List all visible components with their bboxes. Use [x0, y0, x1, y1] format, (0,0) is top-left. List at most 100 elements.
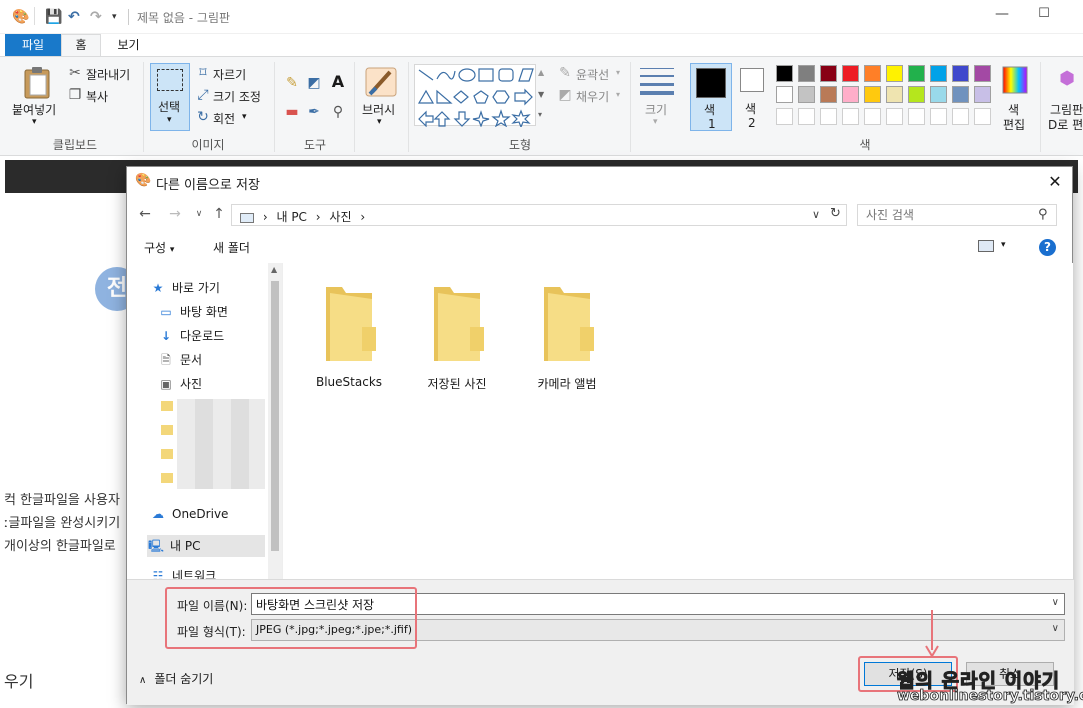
copy-button[interactable]: 복사	[86, 88, 108, 105]
color1-button[interactable]: 색 1	[690, 63, 732, 131]
chevron-down-icon[interactable]: ▾	[616, 68, 620, 77]
nav-downloads[interactable]: ↓다운로드📌	[157, 325, 282, 347]
color-swatch[interactable]	[952, 86, 969, 103]
custom-color-slot[interactable]	[908, 108, 925, 125]
view-options-icon[interactable]	[978, 240, 994, 252]
color-swatch[interactable]	[952, 65, 969, 82]
color-swatch[interactable]	[930, 86, 947, 103]
forward-arrow-icon[interactable]: →	[167, 206, 183, 222]
custom-color-slot[interactable]	[798, 108, 815, 125]
brushes-label[interactable]: 브러시	[362, 101, 395, 118]
chevron-down-icon[interactable]: ▾	[377, 117, 382, 127]
breadcrumb-pictures[interactable]: 사진	[329, 210, 351, 224]
magnifier-icon[interactable]: ⚲	[329, 103, 347, 121]
brushes-button[interactable]	[364, 66, 398, 98]
color-swatch[interactable]	[908, 86, 925, 103]
cut-button[interactable]: 잘라내기	[86, 66, 130, 83]
custom-color-slot[interactable]	[974, 108, 991, 125]
custom-color-slot[interactable]	[952, 108, 969, 125]
copy-icon[interactable]: ❐	[66, 86, 84, 104]
color-picker-icon[interactable]: ✒	[305, 103, 323, 121]
save-icon[interactable]: 💾	[45, 9, 62, 25]
nav-scrollbar[interactable]: ▲	[268, 263, 282, 579]
chevron-down-icon[interactable]: ▾	[242, 112, 247, 122]
up-arrow-icon[interactable]: ↑	[211, 206, 227, 222]
undo-icon[interactable]: ↶	[68, 9, 80, 25]
color-swatch[interactable]	[930, 65, 947, 82]
search-box[interactable]: ⚲	[857, 204, 1057, 226]
scroll-up-icon[interactable]: ▲	[271, 265, 277, 274]
tab-home[interactable]: 홈	[61, 34, 101, 56]
crop-icon[interactable]: ⌑	[194, 64, 212, 82]
custom-color-slot[interactable]	[886, 108, 903, 125]
edit-colors-button[interactable]	[1002, 66, 1028, 94]
nav-network[interactable]: ☷ 네트워크	[149, 565, 282, 579]
redo-icon[interactable]: ↷	[90, 9, 102, 25]
custom-color-slot[interactable]	[842, 108, 859, 125]
color-swatch[interactable]	[908, 65, 925, 82]
shapes-gallery[interactable]	[414, 64, 536, 129]
folder-item[interactable]: BlueStacks	[304, 283, 394, 389]
scissors-icon[interactable]: ✂	[66, 64, 84, 82]
new-folder-button[interactable]: 새 폴더	[213, 239, 250, 256]
color-swatch[interactable]	[842, 65, 859, 82]
search-icon[interactable]: ⚲	[1038, 207, 1048, 222]
gallery-down-icon[interactable]: ▼	[538, 90, 544, 99]
chevron-down-icon[interactable]: ∨	[1052, 597, 1059, 608]
help-button[interactable]: ?	[1039, 239, 1056, 256]
eraser-icon[interactable]: ▬	[283, 103, 301, 121]
custom-color-slot[interactable]	[930, 108, 947, 125]
text-tool-icon[interactable]: A	[329, 73, 347, 91]
nav-this-pc[interactable]: 🖳 내 PC	[147, 535, 265, 557]
breadcrumb-this-pc[interactable]: 내 PC	[276, 210, 306, 224]
color-swatch[interactable]	[886, 65, 903, 82]
color2-label[interactable]: 색	[745, 100, 756, 117]
close-button[interactable]: ✕	[1045, 172, 1065, 192]
paint3d-icon[interactable]: ⬢	[1058, 70, 1076, 88]
back-arrow-icon[interactable]: ←	[137, 206, 153, 222]
chevron-down-icon[interactable]: ▾	[653, 117, 658, 127]
crop-button[interactable]: 자르기	[213, 66, 246, 83]
resize-icon[interactable]: ⤢	[194, 86, 212, 104]
paste-dropdown-icon[interactable]: ▾	[32, 117, 37, 127]
scrollbar-thumb[interactable]	[271, 281, 279, 551]
address-dropdown-icon[interactable]: ∨	[812, 208, 820, 221]
refresh-icon[interactable]: ↻	[830, 206, 841, 221]
fill-bucket-icon[interactable]: ◩	[305, 74, 323, 92]
chevron-down-icon[interactable]: ∨	[1052, 623, 1059, 634]
color-swatch[interactable]	[974, 86, 991, 103]
customize-quick-access-icon[interactable]: ▾	[112, 9, 117, 25]
size-label[interactable]: 크기	[645, 101, 667, 118]
rotate-icon[interactable]: ↻	[194, 108, 212, 126]
recent-locations-icon[interactable]: ∨	[191, 206, 207, 222]
nav-quick-access[interactable]: ★ 바로 가기	[149, 277, 282, 299]
minimize-button[interactable]: —	[992, 6, 1012, 26]
color-swatch[interactable]	[798, 86, 815, 103]
nav-pictures[interactable]: ▣사진📌	[157, 373, 282, 395]
outline-button[interactable]: 윤곽선	[576, 66, 609, 83]
paste-label[interactable]: 붙여넣기	[12, 101, 56, 118]
pencil-icon[interactable]: ✎	[283, 74, 301, 92]
edit-colors-label-2[interactable]: 편집	[1003, 116, 1025, 133]
custom-color-slot[interactable]	[776, 108, 793, 125]
outline-icon[interactable]: ✎	[556, 64, 574, 82]
color-swatch[interactable]	[864, 86, 881, 103]
tab-view[interactable]: 보기	[106, 34, 151, 56]
nav-onedrive[interactable]: ☁ OneDrive	[149, 503, 282, 525]
color-swatch[interactable]	[974, 65, 991, 82]
gallery-up-icon[interactable]: ▲	[538, 68, 544, 77]
maximize-button[interactable]: ☐	[1034, 6, 1054, 26]
search-input[interactable]	[866, 207, 1036, 223]
gallery-more-icon[interactable]: ▾	[538, 110, 542, 119]
color-swatch[interactable]	[842, 86, 859, 103]
color-swatch[interactable]	[776, 86, 793, 103]
color-swatch[interactable]	[886, 86, 903, 103]
custom-color-slot[interactable]	[864, 108, 881, 125]
nav-desktop[interactable]: ▭바탕 화면📌	[157, 301, 282, 323]
custom-color-slot[interactable]	[820, 108, 837, 125]
size-button[interactable]	[640, 66, 674, 96]
folder-item[interactable]: 카메라 앨범	[522, 283, 612, 392]
organize-button[interactable]: 구성 ▾	[144, 239, 174, 256]
chevron-down-icon[interactable]: ▾	[616, 90, 620, 99]
rotate-button[interactable]: 회전	[213, 110, 235, 127]
